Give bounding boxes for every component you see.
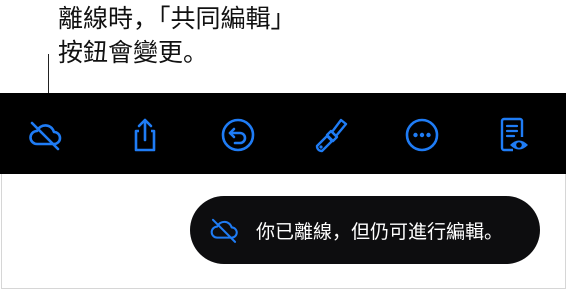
toolbar bbox=[0, 93, 566, 174]
paintbrush-icon bbox=[315, 118, 348, 153]
ellipsis-icon bbox=[405, 118, 439, 152]
callout-annotation: 離線時，「共同編輯」 按鈕會變更。 bbox=[58, 2, 296, 70]
offline-toast: 你已離線，但仍可進行編輯。 bbox=[190, 196, 540, 264]
callout-line-1: 離線時，「共同編輯」 bbox=[58, 4, 296, 33]
offline-collaboration-button[interactable] bbox=[21, 111, 69, 159]
cloud-slash-icon bbox=[29, 121, 62, 151]
document-eye-icon bbox=[500, 117, 528, 152]
callout-line-2: 按鈕會變更。 bbox=[58, 38, 209, 67]
format-button[interactable] bbox=[306, 111, 354, 159]
toast-icon-wrap bbox=[206, 212, 242, 248]
share-icon bbox=[134, 118, 156, 152]
undo-button[interactable] bbox=[214, 111, 262, 159]
reading-view-button[interactable] bbox=[489, 111, 537, 159]
toast-message: 你已離線，但仍可進行編輯。 bbox=[256, 220, 504, 243]
share-button[interactable] bbox=[121, 111, 169, 159]
undo-icon bbox=[221, 118, 255, 152]
more-button[interactable] bbox=[398, 111, 446, 159]
cloud-slash-icon bbox=[210, 218, 238, 243]
